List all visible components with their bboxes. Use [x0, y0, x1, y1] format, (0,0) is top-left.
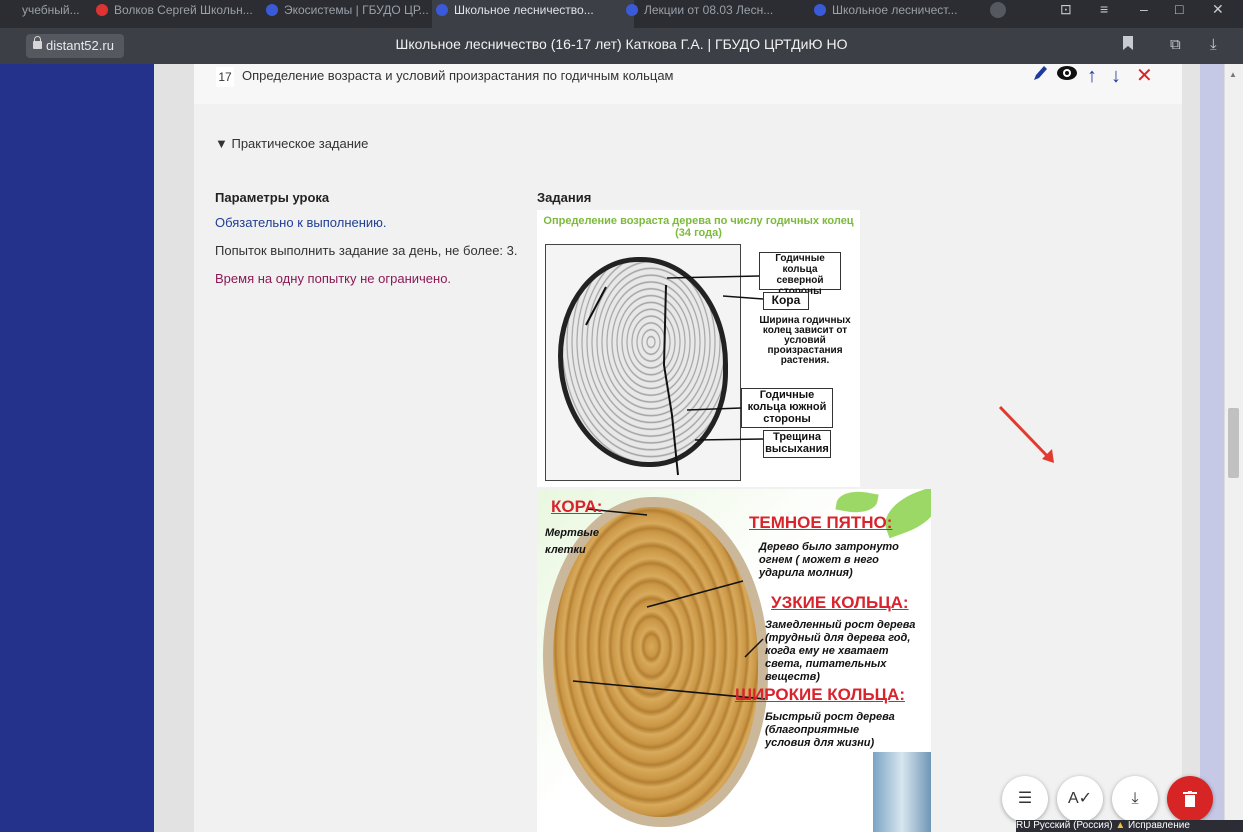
- building-decoration: [873, 752, 931, 832]
- params-heading: Параметры урока: [215, 190, 330, 205]
- browser-tab[interactable]: учебный...: [0, 0, 102, 28]
- wood-cut-infographic: КОРА: Мертвые клетки ТЕМНОЕ ПЯТНО: Дерев…: [537, 489, 931, 832]
- tab-favicon-icon: [626, 4, 638, 16]
- maximize-icon[interactable]: □: [1175, 0, 1183, 18]
- right-panel: [1200, 64, 1224, 832]
- list-icon[interactable]: ☰: [1002, 776, 1048, 822]
- taskbar-status[interactable]: Исправление: [1128, 820, 1190, 831]
- scrollbar[interactable]: ▲: [1224, 64, 1243, 832]
- browser-tab[interactable]: Экосистемы | ГБУДО ЦР...: [262, 0, 444, 28]
- bark-text: Мертвые клетки: [545, 527, 599, 556]
- language-indicator[interactable]: RU Русский (Россия): [1016, 820, 1113, 831]
- extension-icon[interactable]: ⧉: [1170, 36, 1181, 53]
- tab-favicon-icon: [96, 4, 108, 16]
- close-icon[interactable]: ✕: [1136, 64, 1153, 88]
- required-note: Обязательно к выполнению.: [215, 215, 387, 230]
- tab-label: Волков Сергей Школьн...: [114, 3, 253, 17]
- browser-tab[interactable]: Школьное лесничест...: [810, 0, 992, 28]
- narrow-rings-text: Замедленный рост дерева (трудный для дер…: [765, 619, 916, 683]
- address-bar: distant52.ru Школьное лесничество (16-17…: [0, 28, 1243, 64]
- content-margin-right: [1182, 64, 1200, 832]
- menu-icon[interactable]: ≡: [1100, 0, 1108, 18]
- os-taskbar: RU Русский (Россия) ▲ Исправление: [1016, 820, 1243, 832]
- lesson-row: 17 Определение возраста и условий произр…: [194, 64, 1182, 104]
- page-title: Школьное лесничество (16-17 лет) Каткова…: [395, 36, 848, 52]
- spellcheck-icon[interactable]: A✓: [1057, 776, 1103, 822]
- browser-tab[interactable]: Лекции от 08.03 Лесн...: [622, 0, 824, 28]
- narrow-rings-heading: УЗКИЕ КОЛЬЦА:: [771, 593, 909, 612]
- browser-tab-active[interactable]: Школьное лесничество...: [432, 0, 634, 28]
- tab-favicon-icon: [436, 4, 448, 16]
- practical-task-toggle[interactable]: ▼ Практическое задание: [215, 136, 368, 151]
- eye-icon[interactable]: [1056, 64, 1078, 88]
- edit-icon[interactable]: [1032, 64, 1048, 88]
- bookmark-icon[interactable]: [1123, 36, 1133, 54]
- tab-favicon-icon: [266, 4, 278, 16]
- tab-label: учебный...: [22, 3, 80, 17]
- new-tab-button[interactable]: [990, 2, 1006, 18]
- tab-label: Школьное лесничест...: [832, 3, 958, 17]
- label-south-rings: Годичные кольца южной стороны: [741, 388, 833, 428]
- time-note: Время на одну попытку не ограничено.: [215, 271, 452, 286]
- arrow-down-icon[interactable]: ↓: [1111, 64, 1121, 88]
- scroll-up-icon[interactable]: ▲: [1229, 70, 1237, 79]
- browser-tab-bar: учебный... Волков Сергей Школьн... Экоси…: [0, 0, 1243, 28]
- download-icon[interactable]: ⤓: [1210, 36, 1217, 53]
- wide-rings-heading: ШИРОКИЕ КОЛЬЦА:: [735, 685, 905, 704]
- lesson-title[interactable]: Определение возраста и условий произраст…: [242, 68, 674, 83]
- tab-label: Экосистемы | ГБУДО ЦР...: [284, 3, 429, 17]
- label-ring-width: Ширина годичных колец зависит от условий…: [759, 315, 851, 366]
- lesson-number: 17: [216, 67, 234, 87]
- tab-label: Школьное лесничество...: [454, 3, 594, 17]
- red-arrow-annotation: [998, 405, 1054, 463]
- tab-label: Лекции от 08.03 Лесн...: [644, 3, 774, 17]
- tasks-heading: Задания: [537, 190, 592, 205]
- trash-icon[interactable]: [1167, 776, 1213, 822]
- tree-rings-diagram: Определение возраста дерева по числу год…: [537, 210, 860, 487]
- dark-spot-text: Дерево было затронуто огнем ( может в не…: [759, 541, 899, 579]
- attempts-note: Попыток выполнить задание за день, не бо…: [215, 243, 518, 258]
- wide-rings-text: Быстрый рост дерева (благоприятные услов…: [765, 711, 895, 749]
- label-north-rings: Годичные кольца северной стороны: [759, 252, 841, 297]
- close-window-icon[interactable]: ✕: [1212, 0, 1224, 18]
- scrollbar-thumb[interactable]: [1228, 408, 1239, 478]
- left-sidebar: [0, 64, 154, 832]
- label-bark: Кора: [763, 292, 809, 310]
- browser-tab[interactable]: Волков Сергей Школьн...: [92, 0, 274, 28]
- pin-icon[interactable]: ⊡: [1060, 0, 1072, 18]
- tab-favicon-icon: [814, 4, 826, 16]
- arrow-up-icon[interactable]: ↑: [1087, 64, 1097, 88]
- content-margin: [154, 64, 194, 832]
- label-drying-crack: Трещина высыхания: [763, 430, 831, 458]
- dark-spot-heading: ТЕМНОЕ ПЯТНО:: [749, 513, 893, 532]
- bark-heading: КОРА:: [551, 497, 603, 516]
- minimize-icon[interactable]: –: [1140, 0, 1148, 18]
- download-fab-icon[interactable]: ⤓: [1112, 776, 1158, 822]
- warning-icon: ▲: [1115, 820, 1126, 831]
